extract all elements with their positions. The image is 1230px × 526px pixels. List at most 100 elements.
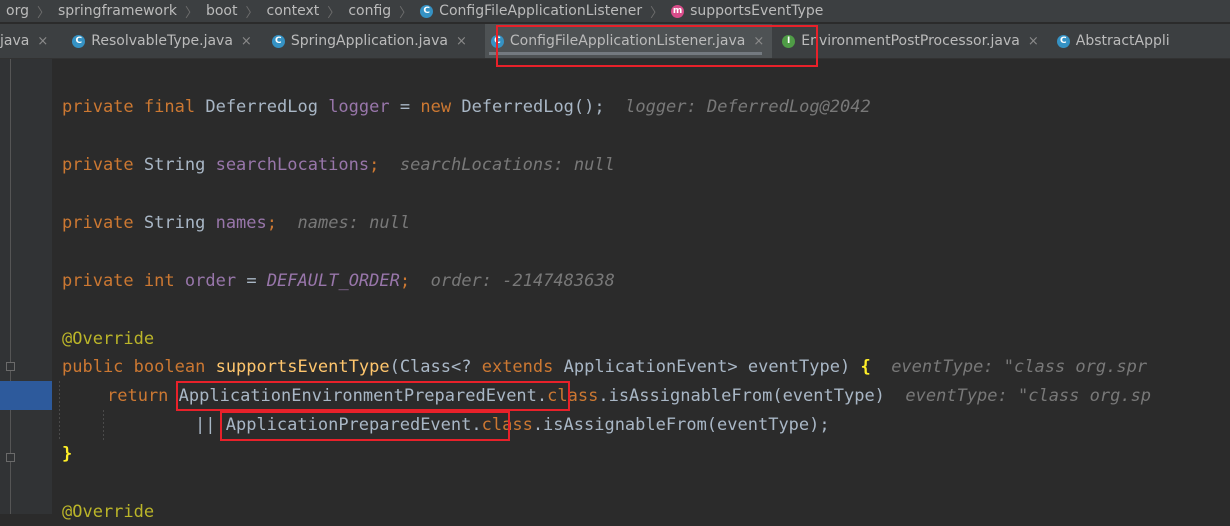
breadcrumb-label: springframework xyxy=(57,3,177,19)
fold-marker-icon[interactable] xyxy=(6,362,15,371)
breadcrumb-item-boot[interactable]: boot xyxy=(206,3,238,19)
params: (Class<? xyxy=(389,357,472,377)
keyword: int xyxy=(143,271,175,291)
keyword: private xyxy=(62,271,134,291)
debug-inline-value: order: -2147483638 xyxy=(430,271,615,291)
code-line: return ApplicationEnvironmentPreparedEve… xyxy=(107,382,1151,410)
keyword: boolean xyxy=(133,357,206,377)
tab-resolvabletype[interactable]: C ResolvableType.java × xyxy=(66,24,260,58)
class-icon: C xyxy=(420,4,434,18)
tab-springapplication[interactable]: C SpringApplication.java × xyxy=(266,24,475,58)
close-icon[interactable]: × xyxy=(456,34,467,49)
keyword: return xyxy=(107,386,169,406)
indent-guide xyxy=(103,410,104,440)
debug-inline-value: searchLocations: null xyxy=(399,155,615,175)
keyword: new xyxy=(420,97,452,117)
breadcrumb-item-config[interactable]: config xyxy=(348,3,391,19)
editor-tab-bar: java × C ResolvableType.java × C SpringA… xyxy=(0,24,1230,59)
annotation: @Override xyxy=(62,502,155,522)
class-icon: C xyxy=(490,34,504,48)
debug-inline-value: names: null xyxy=(297,213,411,233)
breadcrumb-label: ConfigFileApplicationListener xyxy=(439,3,643,19)
chevron-right-icon: 〉 xyxy=(36,5,50,21)
editor-gutter[interactable] xyxy=(0,59,52,514)
keyword: class xyxy=(481,415,533,435)
tab-java-partial[interactable]: java × xyxy=(0,24,56,58)
code-line: || ApplicationPreparedEvent.class.isAssi… xyxy=(195,411,830,439)
code-line: private final DeferredLog logger = new D… xyxy=(62,93,871,121)
code-line: private String searchLocations; searchLo… xyxy=(62,151,615,179)
breadcrumb-item-springframework[interactable]: springframework xyxy=(58,3,177,19)
breadcrumb-label: context xyxy=(266,3,320,19)
tab-label: ConfigFileApplicationListener.java xyxy=(509,33,746,49)
close-icon[interactable]: × xyxy=(753,34,764,49)
code-line: public boolean supportsEventType(Class<?… xyxy=(62,353,1147,381)
code-line: private int order = DEFAULT_ORDER; order… xyxy=(62,267,615,295)
keyword: public xyxy=(62,357,124,377)
debug-inline-value: logger: DeferredLog@2042 xyxy=(625,97,871,117)
brace: { xyxy=(860,357,871,377)
close-icon[interactable]: × xyxy=(37,34,48,49)
class-icon: C xyxy=(271,34,285,48)
field-name: logger xyxy=(328,97,390,117)
tab-label: ResolvableType.java xyxy=(91,33,233,49)
tab-abstractappli[interactable]: C AbstractAppli xyxy=(1051,24,1178,58)
method-name: supportsEventType xyxy=(215,357,390,377)
method-icon: m xyxy=(671,4,685,18)
semicolon: ; xyxy=(266,213,278,233)
interface-icon: I xyxy=(782,34,796,48)
field-name: names xyxy=(215,213,267,233)
close-icon[interactable]: × xyxy=(1028,34,1039,49)
semicolon: ; xyxy=(399,271,411,291)
chevron-right-icon: 〉 xyxy=(327,5,341,21)
method-call: .isAssignableFrom(eventType) xyxy=(598,386,885,406)
breadcrumb-item-method[interactable]: m supportsEventType xyxy=(671,3,823,19)
code-line: @Override xyxy=(62,325,154,353)
close-icon[interactable]: × xyxy=(241,34,252,49)
keyword: class xyxy=(547,386,599,406)
keyword: extends xyxy=(481,357,554,377)
annotation: @Override xyxy=(62,329,155,349)
constant-name: DEFAULT_ORDER xyxy=(266,271,400,291)
chevron-right-icon: 〉 xyxy=(399,5,413,21)
method-call: .isAssignableFrom(eventType); xyxy=(532,415,830,435)
chevron-right-icon: 〉 xyxy=(184,5,198,21)
tab-label: SpringApplication.java xyxy=(290,33,448,49)
keyword: private xyxy=(62,213,134,233)
dot: . xyxy=(471,415,482,435)
tab-environmentpostprocessor[interactable]: I EnvironmentPostProcessor.java × xyxy=(776,24,1047,58)
keyword: private xyxy=(62,155,134,175)
breadcrumb-label: boot xyxy=(205,3,238,19)
code-line: @Override xyxy=(62,498,154,526)
params: ApplicationEvent> eventType) xyxy=(563,357,851,377)
fold-guide xyxy=(10,59,11,514)
fold-marker-icon[interactable] xyxy=(6,453,15,462)
code-editor[interactable]: private final DeferredLog logger = new D… xyxy=(52,59,1230,522)
breadcrumb-item-org[interactable]: org xyxy=(6,3,29,19)
type-name: DeferredLog xyxy=(205,97,318,117)
breadcrumb-item-context[interactable]: context xyxy=(267,3,320,19)
keyword: final xyxy=(143,97,196,117)
field-name: order xyxy=(184,271,237,291)
debug-inline-value: eventType: "class org.spr xyxy=(891,357,1148,377)
indent-guide xyxy=(59,381,60,441)
dot: . xyxy=(536,386,548,406)
type-name: ApplicationPreparedEvent xyxy=(225,415,472,435)
field-name: searchLocations xyxy=(215,155,370,175)
breadcrumb-item-class[interactable]: C ConfigFileApplicationListener xyxy=(420,3,642,19)
tab-configfileapplicationlistener[interactable]: C ConfigFileApplicationListener.java × xyxy=(484,24,773,58)
breadcrumb-label: org xyxy=(6,3,29,19)
breadcrumb-label: config xyxy=(348,3,392,19)
code-line: } xyxy=(62,440,72,468)
brace: } xyxy=(62,444,73,464)
chevron-right-icon: 〉 xyxy=(650,5,664,21)
chevron-right-icon: 〉 xyxy=(245,5,259,21)
tab-label: java xyxy=(0,33,30,49)
tab-label: AbstractAppli xyxy=(1075,33,1170,49)
debug-inline-value: eventType: "class org.sp xyxy=(905,386,1152,406)
type-name: String xyxy=(143,155,206,175)
tab-label: EnvironmentPostProcessor.java xyxy=(801,33,1020,49)
class-icon: C xyxy=(1056,34,1070,48)
code-line: private String names; names: null xyxy=(62,209,410,237)
type-name: ApplicationEnvironmentPreparedEvent xyxy=(178,386,537,406)
